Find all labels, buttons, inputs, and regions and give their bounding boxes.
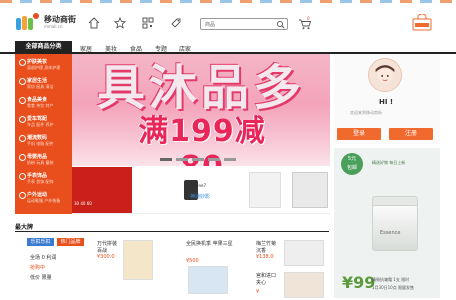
cream-jar-image bbox=[372, 205, 418, 251]
product-image[interactable] bbox=[188, 266, 228, 294]
category-sub: 手机 电脑 配件 bbox=[27, 141, 54, 146]
iphone-label: iPhone7 bbox=[190, 183, 207, 188]
category-title: 护肤美妆 bbox=[18, 58, 71, 66]
carousel-dot[interactable] bbox=[192, 158, 204, 161]
section-title: 最大牌 bbox=[15, 224, 34, 231]
cream-label: Essence bbox=[380, 230, 401, 236]
category-sub: 手表 首饰 配饰 bbox=[27, 179, 54, 184]
top-decorative-stripe bbox=[0, 0, 456, 3]
ad-price: ¥99 bbox=[342, 273, 376, 292]
star-icon[interactable] bbox=[114, 17, 126, 29]
avatar bbox=[368, 58, 402, 92]
badge-line1: 5元 bbox=[347, 156, 357, 162]
product-price: ¥300.0 bbox=[97, 254, 115, 260]
category-item[interactable]: 家居生活 家纺 厨具 清洁 bbox=[18, 77, 71, 90]
category-item[interactable]: 手表饰品 手表 首饰 配饰 bbox=[18, 172, 71, 185]
register-button[interactable]: 注册 bbox=[389, 128, 433, 140]
product-price: ¥500 bbox=[186, 258, 199, 264]
ad-text: 精致抗皱霜 1支 限时 bbox=[372, 277, 410, 282]
product-tile[interactable] bbox=[292, 172, 328, 208]
qrcode-icon[interactable] bbox=[142, 17, 154, 29]
category-title: 爱车驾配 bbox=[18, 115, 71, 123]
search-input[interactable]: 商品 bbox=[205, 21, 215, 28]
tag-icon[interactable] bbox=[170, 17, 182, 29]
section-divider bbox=[15, 231, 329, 232]
brand-badge[interactable]: 乐扣乐扣 bbox=[27, 238, 54, 246]
welcome-text: 欢迎来到移动商街 bbox=[350, 110, 382, 115]
category-item[interactable]: 户外运动 运动鞋服 户外装备 bbox=[18, 191, 71, 204]
category-item[interactable]: 母婴用品 奶粉 玩具 童装 bbox=[18, 153, 71, 166]
carousel-dot[interactable] bbox=[160, 158, 172, 161]
greeting-text: HI ! bbox=[379, 98, 394, 106]
badge-line2: 包邮 bbox=[346, 165, 357, 171]
logo-icon[interactable] bbox=[16, 13, 40, 30]
category-sub: 零食 茶饮 特产 bbox=[27, 103, 54, 108]
category-title: 母婴用品 bbox=[18, 153, 71, 161]
promo-tile-prices: 30 40 60 bbox=[74, 201, 92, 206]
product-name[interactable]: 万代拼装 百战 bbox=[97, 240, 119, 254]
all-categories-tab[interactable]: 全部商品分类 bbox=[15, 41, 72, 53]
logo-subtext: mmall.cn bbox=[44, 24, 63, 29]
promo-text: 低价 限量 bbox=[30, 275, 52, 281]
promo-label: 神通妙影 bbox=[190, 194, 211, 200]
carousel-dot[interactable] bbox=[224, 158, 236, 161]
category-item[interactable]: 潮流数码 手机 电脑 配件 bbox=[18, 134, 71, 147]
promo-text: 全场 0 利润 bbox=[30, 255, 57, 261]
free-shipping-badge: 5元 包邮 bbox=[341, 153, 363, 175]
category-title: 食品美食 bbox=[18, 96, 71, 104]
cart-count-badge: 0 bbox=[307, 16, 310, 21]
nav-item-beauty[interactable]: 美妆 bbox=[105, 44, 117, 53]
nav-item-home[interactable]: 家居 bbox=[80, 44, 92, 53]
category-title: 家居生活 bbox=[18, 77, 71, 85]
category-item[interactable]: 护肤美妆 面部护理 身体护理 bbox=[18, 58, 71, 71]
banner-promo-text: 满199减80 bbox=[138, 114, 266, 166]
category-title: 手表饰品 bbox=[18, 172, 71, 180]
carousel-dot[interactable] bbox=[176, 158, 188, 161]
category-menu: 护肤美妆 面部护理 身体护理 家居生活 家纺 厨具 清洁 食品美食 零食 茶饮 … bbox=[15, 54, 72, 214]
category-sub: 面部护理 身体护理 bbox=[27, 65, 61, 70]
category-title: 潮流数码 bbox=[18, 134, 71, 142]
category-sub: 运动鞋服 户外装备 bbox=[27, 198, 61, 203]
product-image[interactable] bbox=[284, 240, 324, 266]
hero-banner[interactable]: 具沐品多 满199减80 bbox=[72, 54, 330, 166]
search-icon[interactable] bbox=[276, 20, 285, 29]
product-tile[interactable] bbox=[249, 172, 281, 208]
category-sub: 奶粉 玩具 童装 bbox=[27, 160, 54, 165]
promo-text: 抢购中 bbox=[30, 265, 46, 271]
nav-item-food[interactable]: 食品 bbox=[130, 44, 142, 53]
promo-tile[interactable]: 30 40 60 bbox=[72, 167, 132, 213]
shopping-bag-icon[interactable] bbox=[412, 14, 432, 31]
ad-text: 精选好物 每日上新 bbox=[372, 160, 406, 165]
category-sub: 车品 配件 养护 bbox=[27, 122, 54, 127]
category-title: 户外运动 bbox=[18, 191, 71, 199]
product-name[interactable]: 全民换机季 苹果三星 bbox=[186, 240, 238, 247]
product-name[interactable]: 宫和进口 夹心 bbox=[256, 272, 278, 286]
category-sub: 家纺 厨具 清洁 bbox=[27, 84, 54, 89]
login-button[interactable]: 登录 bbox=[337, 128, 381, 140]
ad-text: 1月30日10点 限量发售 bbox=[372, 285, 414, 290]
product-image[interactable] bbox=[123, 240, 153, 280]
nav-item-stores[interactable]: 店家 bbox=[179, 44, 191, 53]
product-image[interactable] bbox=[284, 272, 324, 298]
carousel-dot[interactable] bbox=[208, 158, 220, 161]
home-icon[interactable] bbox=[88, 17, 100, 29]
nav-item-topics[interactable]: 专题 bbox=[155, 44, 167, 53]
category-item[interactable]: 食品美食 零食 茶饮 特产 bbox=[18, 96, 71, 109]
brand-badge[interactable]: 热门品牌 bbox=[57, 238, 84, 246]
category-item[interactable]: 爱车驾配 车品 配件 养护 bbox=[18, 115, 71, 128]
product-name[interactable]: 梅兰竹菊 沉香 bbox=[256, 240, 278, 254]
product-price: ¥ bbox=[256, 289, 260, 295]
search-box[interactable]: 商品 bbox=[200, 18, 288, 30]
product-price: ¥138.0 bbox=[256, 254, 274, 260]
